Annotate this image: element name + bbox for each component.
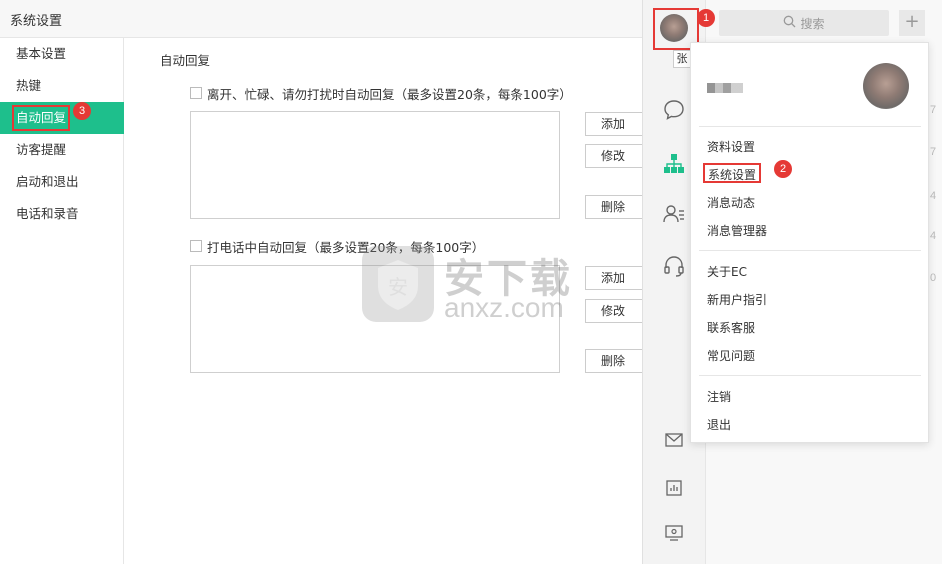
report-icon[interactable] [662,476,686,500]
away-reply-checkbox[interactable] [190,87,202,99]
call-reply-checkbox[interactable] [190,240,202,252]
chat-icon[interactable] [662,98,686,122]
shield-logo-icon: 安 [362,246,434,322]
settings-header: 系统设置 [0,0,642,38]
profile-name-blurred [707,83,743,93]
nav-item-label: 热键 [16,78,42,93]
call-delete-button[interactable]: 删除 [585,349,642,373]
tooltip-fragment: 张 [673,50,691,68]
menu-divider [699,375,921,376]
away-reply-list[interactable] [190,111,560,219]
menu-item-logout[interactable]: 注销 [707,387,731,407]
away-delete-button[interactable]: 删除 [585,195,642,219]
partial-list-number: 7 [930,146,937,158]
partial-list-number: 7 [930,104,937,116]
settings-nav: 基本设置 热键 自动回复 访客提醒 启动和退出 电话和录音 [0,38,124,564]
menu-divider [699,250,921,251]
add-button[interactable]: + [899,10,925,36]
nav-item-basic[interactable]: 基本设置 [0,38,124,70]
search-input[interactable]: 搜索 [719,10,889,36]
nav-item-label: 自动回复 [12,105,71,131]
menu-item-exit[interactable]: 退出 [707,415,731,435]
nav-item-auto-reply[interactable]: 自动回复 [0,102,124,134]
annotation-badge-1: 1 [697,9,715,27]
call-edit-button[interactable]: 修改 [585,299,642,323]
nav-item-label: 启动和退出 [16,174,79,189]
nav-item-startup-exit[interactable]: 启动和退出 [0,166,124,198]
partial-list-number: 0 [930,272,937,284]
nav-item-visitor-alert[interactable]: 访客提醒 [0,134,124,166]
menu-divider [699,126,921,127]
nav-item-label: 基本设置 [16,46,67,61]
section-title: 自动回复 [160,53,211,68]
organization-icon[interactable] [662,152,686,176]
partial-list-number: 4 [930,190,937,202]
menu-item-message-manager[interactable]: 消息管理器 [707,221,767,241]
away-reply-label: 离开、忙碌、请勿打扰时自动回复（最多设置20条，每条100字） [207,86,572,102]
profile-avatar[interactable] [863,63,909,109]
menu-item-about[interactable]: 关于EC [707,262,747,282]
away-edit-button[interactable]: 修改 [585,144,642,168]
call-add-button[interactable]: 添加 [585,266,642,290]
menu-item-faq[interactable]: 常见问题 [707,346,755,366]
monitor-icon[interactable] [662,521,686,545]
nav-item-label: 访客提醒 [16,142,67,157]
annotation-badge-3: 3 [73,102,91,120]
watermark-url: anxz.com [444,292,564,323]
menu-item-new-user-guide[interactable]: 新用户指引 [707,290,767,310]
svg-text:安: 安 [388,275,408,299]
search-icon [783,15,796,31]
mail-icon[interactable] [662,428,686,452]
watermark: 安 安下载 anxz.com [362,246,582,326]
contacts-icon[interactable] [662,202,686,226]
profile-dropdown-menu: 资料设置 系统设置 消息动态 消息管理器 关于EC 新用户指引 联系客服 常见问… [690,42,929,443]
window-title: 系统设置 [10,14,63,29]
menu-item-profile-settings[interactable]: 资料设置 [707,137,755,157]
annotation-badge-2: 2 [774,160,792,178]
away-reply-option[interactable]: 离开、忙碌、请勿打扰时自动回复（最多设置20条，每条100字） [190,85,572,102]
headset-icon[interactable] [662,254,686,278]
menu-item-system-settings[interactable]: 系统设置 [703,163,762,183]
nav-item-label: 电话和录音 [16,206,79,221]
menu-item-contact-support[interactable]: 联系客服 [707,318,755,338]
menu-item-message-feed[interactable]: 消息动态 [707,193,755,213]
away-add-button[interactable]: 添加 [585,112,642,136]
partial-list-number: 4 [930,230,937,242]
nav-item-hotkeys[interactable]: 热键 [0,70,124,102]
nav-item-phone-recording[interactable]: 电话和录音 [0,198,124,230]
search-placeholder: 搜索 [800,16,825,31]
